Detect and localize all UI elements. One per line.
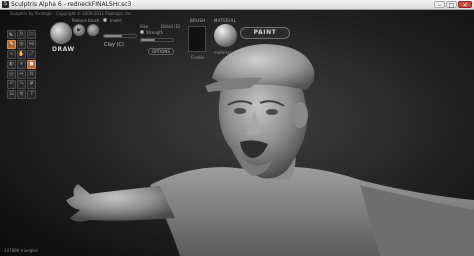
strength-radio[interactable] xyxy=(140,30,144,34)
invert-radio[interactable] xyxy=(103,18,107,22)
inflate-icon[interactable]: ◍ xyxy=(17,40,26,49)
window-controls: – □ ✕ xyxy=(434,1,472,9)
smooth-icon[interactable]: ≈ xyxy=(7,50,16,59)
maximize-button[interactable]: □ xyxy=(446,1,457,9)
scale-icon[interactable]: ⤢ xyxy=(27,50,36,59)
wire-icon[interactable]: # xyxy=(27,80,36,89)
symmetry-icon[interactable]: ⇔ xyxy=(17,70,26,79)
invert-label: Invert xyxy=(110,18,122,23)
material-panel-title: MATERIAL xyxy=(214,18,237,23)
paint-icon[interactable]: ● xyxy=(27,60,36,69)
help-icon[interactable]: ? xyxy=(27,90,36,99)
draw-icon[interactable]: ✎ xyxy=(7,40,16,49)
lock-icon[interactable]: ⊟ xyxy=(7,90,16,99)
paint-button[interactable]: PAINT xyxy=(240,27,290,39)
size-label: Size xyxy=(140,24,149,29)
reduce-label: Reduce brush xyxy=(72,18,100,23)
grab-icon[interactable]: ✋ xyxy=(17,50,26,59)
strength-label: Strength xyxy=(146,30,164,35)
flip-icon[interactable]: ⇅ xyxy=(27,70,36,79)
close-button[interactable]: ✕ xyxy=(458,1,472,9)
minimize-button[interactable]: – xyxy=(434,1,445,9)
tool-grid: ◣ ↻ ▭ ✎ ◍ ⋈ ≈ ✋ ⤢ ◐ ▾ ● ◎ ⇔ ⇅ ↶ ↷ # ⊟ ⚙ … xyxy=(7,30,36,99)
material-sphere[interactable] xyxy=(214,24,237,47)
pinch-icon[interactable]: ⋈ xyxy=(27,40,36,49)
strength-slider[interactable] xyxy=(140,38,174,42)
reduce-icon[interactable]: ▾ xyxy=(17,60,26,69)
brush-name: Enable xyxy=(191,55,205,60)
size-slider-fill xyxy=(104,35,122,37)
brush-thumbnail[interactable] xyxy=(188,26,206,52)
triangle-count: 147896 triangles xyxy=(4,248,39,253)
size-slider[interactable] xyxy=(103,34,137,38)
draw-brush-sphere[interactable] xyxy=(50,22,72,44)
brush-panel-title: BRUSH xyxy=(190,18,206,23)
play-icon[interactable]: ▶ xyxy=(73,24,85,36)
rotate-icon[interactable]: ↻ xyxy=(17,30,26,39)
material-name: material xyxy=(214,50,231,55)
redo-icon[interactable]: ↷ xyxy=(17,80,26,89)
brush-mode-label: DRAW xyxy=(52,46,75,53)
mask-icon[interactable]: ◐ xyxy=(7,60,16,69)
copyright-text: Sculptris by Pixologic · Copyright © 200… xyxy=(10,11,133,16)
undo-icon[interactable]: ↶ xyxy=(7,80,16,89)
settings-icon[interactable]: ⚙ xyxy=(17,90,26,99)
sculpt-viewport[interactable]: Sculptris by Pixologic · Copyright © 200… xyxy=(0,10,474,256)
bulge-icon[interactable]: ◎ xyxy=(7,70,16,79)
clay-label: Clay (C) xyxy=(104,42,124,48)
options-button[interactable]: OPTIONS xyxy=(148,48,174,55)
window-title: Sculptris Alpha 6 - redneckFINALSHr.sc3 xyxy=(11,1,132,8)
app-icon: S xyxy=(2,1,9,8)
strength-slider-fill xyxy=(141,39,156,41)
brush-preview-icon[interactable] xyxy=(87,24,99,36)
crease-icon[interactable]: ◣ xyxy=(7,30,16,39)
detail-label: Detail (D) xyxy=(161,24,181,29)
flatten-icon[interactable]: ▭ xyxy=(27,30,36,39)
title-bar: S Sculptris Alpha 6 - redneckFINALSHr.sc… xyxy=(0,0,474,10)
